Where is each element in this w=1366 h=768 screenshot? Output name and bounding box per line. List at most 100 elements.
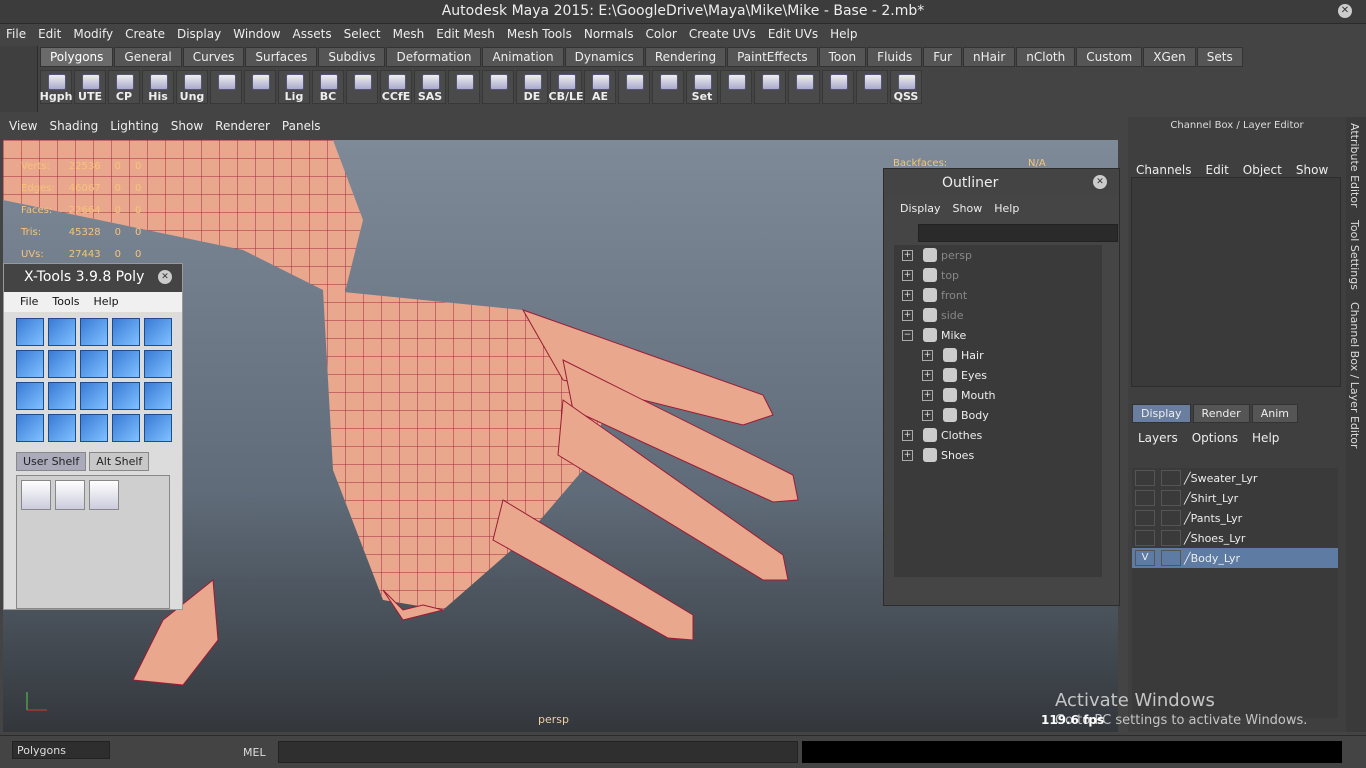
shelf-button[interactable]: DE: [516, 70, 548, 104]
shelf-tool-icon[interactable]: [21, 480, 51, 510]
xtools-tool-icon[interactable]: [80, 414, 108, 442]
outliner-item[interactable]: + top: [894, 265, 1102, 285]
xtools-tool-icon[interactable]: [16, 318, 44, 346]
shelf-tab-rendering[interactable]: Rendering: [644, 47, 727, 67]
shelf-tab-general[interactable]: General: [114, 47, 182, 67]
outliner-item[interactable]: + front: [894, 285, 1102, 305]
layer-type-toggle[interactable]: [1161, 490, 1181, 506]
layer-color-swatch[interactable]: ╱: [1184, 512, 1191, 525]
close-icon[interactable]: ✕: [1093, 175, 1107, 189]
expand-icon[interactable]: +: [922, 409, 933, 421]
shelf-tab-sets[interactable]: Sets: [1196, 47, 1243, 67]
outliner-item[interactable]: − Mike: [894, 325, 1102, 345]
channel-menu-object[interactable]: Object: [1243, 163, 1282, 177]
channel-menu-channels[interactable]: Channels: [1136, 163, 1192, 177]
menu-create[interactable]: Create: [119, 27, 171, 41]
expand-icon[interactable]: +: [902, 449, 913, 461]
shelf-tab-ncloth[interactable]: nCloth: [1016, 47, 1076, 67]
shelf-tab-fluids[interactable]: Fluids: [867, 47, 923, 67]
close-icon[interactable]: ✕: [1338, 4, 1352, 18]
collapse-icon[interactable]: −: [902, 329, 913, 341]
viewport-menu-lighting[interactable]: Lighting: [104, 119, 165, 133]
shelf-tab-fur[interactable]: Fur: [923, 47, 963, 67]
shelf-button[interactable]: AE: [584, 70, 616, 104]
shelf-button[interactable]: [448, 70, 480, 104]
layer-color-swatch[interactable]: ╱: [1184, 532, 1191, 545]
shelf-button[interactable]: Set: [686, 70, 718, 104]
layer-visibility-toggle[interactable]: [1135, 470, 1155, 486]
channel-menu-show[interactable]: Show: [1296, 163, 1328, 177]
expand-icon[interactable]: +: [902, 309, 913, 321]
expand-icon[interactable]: +: [902, 429, 913, 441]
shelf-tab-polygons[interactable]: Polygons: [40, 47, 114, 67]
menu-select[interactable]: Select: [338, 27, 387, 41]
viewport-menu-show[interactable]: Show: [165, 119, 209, 133]
xtools-header[interactable]: X-Tools 3.9.8 Poly ✕: [4, 264, 182, 292]
xtools-tool-icon[interactable]: [144, 382, 172, 410]
layer-type-toggle[interactable]: [1161, 550, 1181, 566]
shelf-button[interactable]: [618, 70, 650, 104]
shelf-button[interactable]: Lig: [278, 70, 310, 104]
side-tab[interactable]: Attribute Editor: [1346, 117, 1363, 214]
outliner-item[interactable]: + Shoes: [894, 445, 1102, 465]
shelf-button[interactable]: BC: [312, 70, 344, 104]
outliner-item[interactable]: + Mouth: [894, 385, 1102, 405]
outliner-item[interactable]: + Eyes: [894, 365, 1102, 385]
outliner-item[interactable]: + Body: [894, 405, 1102, 425]
xtools-tool-icon[interactable]: [48, 350, 76, 378]
shelf-button[interactable]: [244, 70, 276, 104]
expand-icon[interactable]: +: [902, 289, 913, 301]
menu-mesh-tools[interactable]: Mesh Tools: [501, 27, 578, 41]
shelf-handle[interactable]: [0, 46, 38, 112]
xtools-tool-icon[interactable]: [144, 318, 172, 346]
xtools-tool-icon[interactable]: [80, 350, 108, 378]
shelf-button[interactable]: CCfE: [380, 70, 412, 104]
menu-assets[interactable]: Assets: [287, 27, 338, 41]
shelf-button[interactable]: CB/LE: [549, 70, 584, 104]
channel-menu-edit[interactable]: Edit: [1206, 163, 1229, 177]
shelf-button[interactable]: Ung: [176, 70, 208, 104]
layer-type-toggle[interactable]: [1161, 470, 1181, 486]
menu-create-uvs[interactable]: Create UVs: [683, 27, 762, 41]
xtools-tool-icon[interactable]: [48, 318, 76, 346]
shelf-button[interactable]: [346, 70, 378, 104]
layer-visibility-toggle[interactable]: V: [1135, 550, 1155, 566]
command-input[interactable]: [278, 741, 798, 763]
outliner-item[interactable]: + Hair: [894, 345, 1102, 365]
shelf-tab-dynamics[interactable]: Dynamics: [564, 47, 644, 67]
xtools-tool-icon[interactable]: [112, 318, 140, 346]
layer-tab-display[interactable]: Display: [1132, 404, 1191, 423]
layer-type-toggle[interactable]: [1161, 510, 1181, 526]
layer-menu-help[interactable]: Help: [1252, 431, 1279, 445]
shelf-tab-toon[interactable]: Toon: [818, 47, 867, 67]
expand-icon[interactable]: +: [922, 389, 933, 401]
shelf-tab-custom[interactable]: Custom: [1076, 47, 1143, 67]
shelf-tab-deformation[interactable]: Deformation: [386, 47, 482, 67]
shelf-button[interactable]: [788, 70, 820, 104]
shelf-button[interactable]: UTE: [74, 70, 106, 104]
layer-row[interactable]: ╱ Pants_Lyr: [1132, 508, 1338, 528]
shelf-button[interactable]: His: [142, 70, 174, 104]
outliner-header[interactable]: Outliner ✕: [884, 169, 1119, 197]
menu-edit[interactable]: Edit: [32, 27, 67, 41]
shelf-tab-surfaces[interactable]: Surfaces: [245, 47, 318, 67]
shelf-tab-nhair[interactable]: nHair: [963, 47, 1016, 67]
shelf-button[interactable]: QSS: [890, 70, 922, 104]
xtools-tool-icon[interactable]: [112, 350, 140, 378]
layer-tab-render[interactable]: Render: [1192, 404, 1250, 423]
shelf-button[interactable]: Hgph: [40, 70, 72, 104]
layer-row[interactable]: ╱ Shirt_Lyr: [1132, 488, 1338, 508]
menu-file[interactable]: File: [0, 27, 32, 41]
expand-icon[interactable]: +: [902, 249, 913, 261]
shelf-tool-icon[interactable]: [55, 480, 85, 510]
menu-display[interactable]: Display: [171, 27, 227, 41]
viewport-menu-renderer[interactable]: Renderer: [209, 119, 276, 133]
viewport-menu-panels[interactable]: Panels: [276, 119, 327, 133]
layer-row[interactable]: V ╱ Body_Lyr: [1132, 548, 1338, 568]
shelf-button[interactable]: [482, 70, 514, 104]
command-language-label[interactable]: MEL: [243, 746, 266, 759]
expand-icon[interactable]: +: [922, 349, 933, 361]
shelf-button[interactable]: [754, 70, 786, 104]
layer-color-swatch[interactable]: ╱: [1184, 552, 1191, 565]
layer-menu-options[interactable]: Options: [1192, 431, 1238, 445]
